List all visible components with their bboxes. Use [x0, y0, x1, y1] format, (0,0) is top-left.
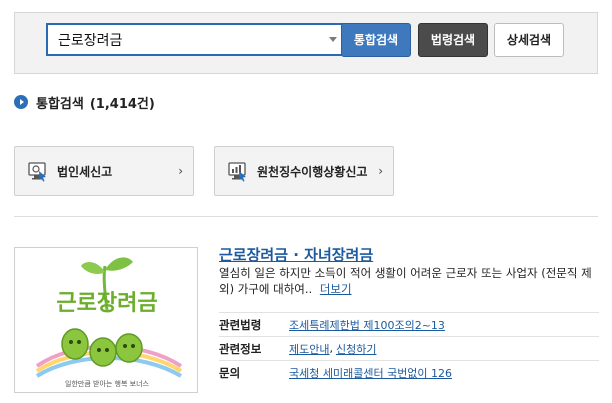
info-row-law: 관련법령 조세특례제한법 제100조의2~13 — [219, 312, 599, 336]
info-label: 관련정보 — [219, 341, 262, 356]
search-box[interactable] — [46, 23, 347, 56]
description-text: 열심히 일은 하지만 소득이 적어 생활이 어려운 근로자 또는 사업자 (전문… — [219, 266, 592, 296]
info-label: 관련법령 — [219, 317, 262, 332]
result-thumbnail[interactable]: 근로장려금 일한만큼 받아는 행복 보너스 — [14, 247, 198, 393]
result-title: 통합검색 — [36, 96, 84, 112]
circle-arrow-bullet-icon — [14, 95, 28, 109]
info-row-contact: 문의 국세청 세미래콜센터 국번없이 126 — [219, 360, 599, 384]
contact-link[interactable]: 국세청 세미래콜센터 국번없이 126 — [289, 365, 452, 381]
integrated-search-button[interactable]: 통합검색 — [341, 23, 411, 57]
info-row-related: 관련정보 제도안내 , 신청하기 — [219, 336, 599, 360]
detail-search-button[interactable]: 상세검색 — [494, 23, 564, 57]
monitor-cursor-icon — [28, 162, 46, 182]
chart-cursor-icon — [228, 162, 246, 182]
result-header: 통합검색 (1,414건) — [14, 92, 155, 112]
guide-link[interactable]: 제도안내 — [289, 341, 329, 357]
law-link[interactable]: 조세특례제한법 제100조의2~13 — [289, 317, 445, 333]
more-link[interactable]: 더보기 — [320, 282, 352, 296]
result-count: (1,414건) — [89, 96, 155, 112]
quick-link-withholding-report[interactable]: 원천징수이행상황신고 › — [214, 146, 394, 196]
eitc-logo: 근로장려금 일한만큼 받아는 행복 보너스 — [35, 257, 183, 388]
logo-tagline: 일한만큼 받아는 행복 보너스 — [65, 379, 150, 388]
search-input[interactable] — [58, 30, 308, 50]
separator: , — [329, 342, 333, 355]
quick-link-label: 원천징수이행상황신고 — [257, 164, 368, 179]
info-label: 문의 — [219, 365, 241, 380]
logo-text: 근로장려금 — [56, 291, 157, 316]
result-info-table: 관련법령 조세특례제한법 제100조의2~13 관련정보 제도안내 , 신청하기… — [219, 312, 599, 384]
divider — [14, 216, 598, 217]
chevron-right-icon: › — [178, 164, 183, 178]
result-item-title[interactable]: 근로장려금 · 자녀장려금 — [219, 244, 373, 265]
result-item-description: 열심히 일은 하지만 소득이 적어 생활이 어려운 근로자 또는 사업자 (전문… — [219, 265, 599, 297]
apply-link[interactable]: 신청하기 — [336, 341, 376, 357]
quick-link-corporate-tax[interactable]: 법인세신고 › — [14, 146, 194, 196]
chevron-right-icon: › — [378, 164, 383, 178]
law-search-button[interactable]: 법령검색 — [418, 23, 488, 57]
quick-link-label: 법인세신고 — [57, 164, 113, 179]
search-panel: 통합검색 법령검색 상세검색 — [14, 12, 598, 74]
chevron-down-icon[interactable] — [329, 37, 337, 42]
